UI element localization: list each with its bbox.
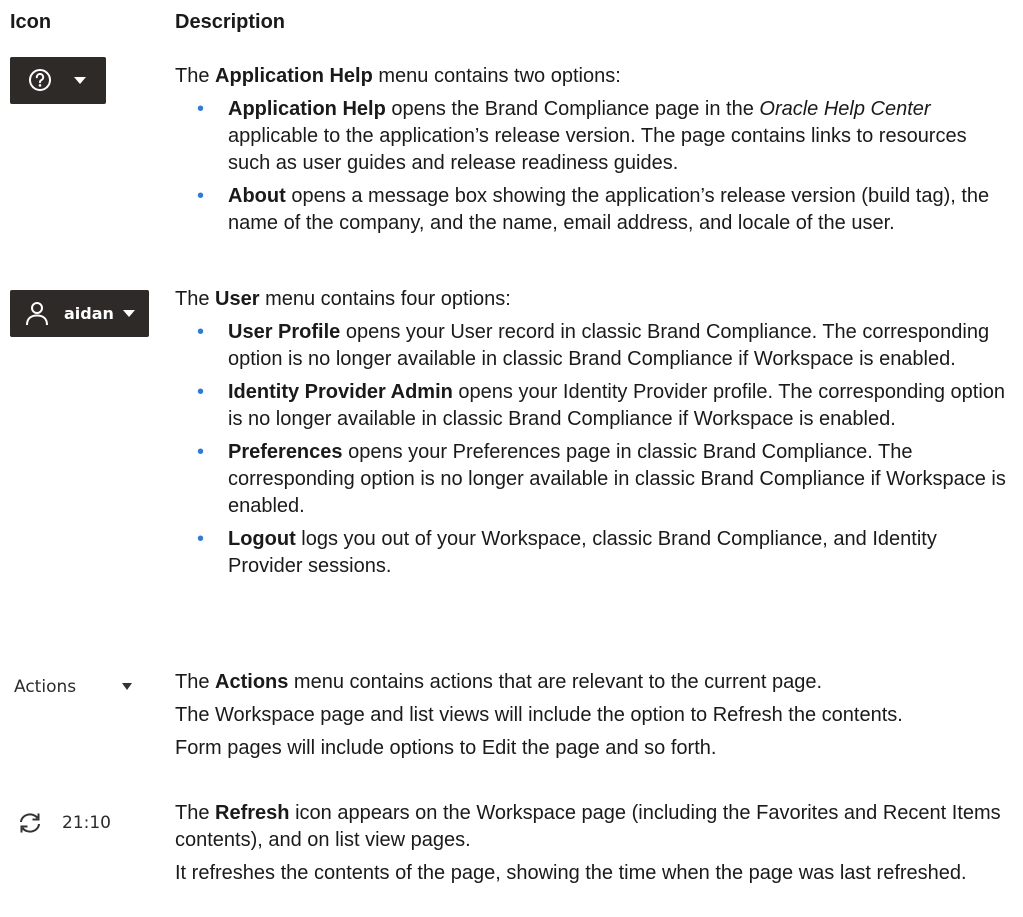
- list-item: • Logout logs you out of your Workspace, …: [197, 528, 937, 577]
- chevron-down-icon: [123, 310, 135, 317]
- bullet-icon: •: [197, 441, 205, 463]
- bullet-icon: •: [197, 528, 205, 550]
- actions-paragraph: The Workspace page and list views will i…: [175, 704, 903, 726]
- refresh-intro: The Refresh icon appears on the Workspac…: [175, 802, 1001, 851]
- actions-label: Actions: [14, 677, 77, 697]
- column-header-description: Description: [175, 11, 286, 33]
- refresh-icon: [20, 813, 40, 833]
- refresh-time-label: 21:10: [62, 813, 111, 833]
- help-description: The Application Help menu contains two o…: [175, 63, 1010, 243]
- user-icon: [26, 302, 48, 326]
- actions-menu-button[interactable]: Actions: [14, 674, 144, 700]
- user-intro: The User menu contains four options:: [175, 288, 511, 310]
- question-circle-icon: [29, 69, 51, 91]
- actions-paragraph: Form pages will include options to Edit …: [175, 737, 717, 759]
- list-item: • Preferences opens your Preferences page…: [197, 441, 1006, 517]
- list-item: • Identity Provider Admin opens your Iden…: [197, 381, 1006, 430]
- actions-intro: The Actions menu contains actions that a…: [175, 671, 823, 693]
- column-header-icon: Icon: [10, 11, 52, 33]
- actions-description: The Actions menu contains actions that a…: [175, 669, 1010, 768]
- help-intro: The Application Help menu contains two o…: [175, 65, 621, 87]
- username-label: aidan: [64, 304, 114, 323]
- chevron-down-icon: [74, 77, 86, 84]
- refresh-description: The Refresh icon appears on the Workspac…: [175, 800, 1010, 893]
- list-item: • About opens a message box showing the a…: [197, 185, 990, 234]
- user-options-list: • User Profile opens your User record in …: [175, 319, 1010, 580]
- list-item: • Application Help opens the Brand Compli…: [197, 98, 967, 174]
- bullet-icon: •: [197, 321, 205, 343]
- bullet-icon: •: [197, 381, 205, 403]
- help-menu-button[interactable]: [10, 57, 106, 104]
- bullet-icon: •: [197, 185, 205, 207]
- help-options-list: • Application Help opens the Brand Compli…: [175, 96, 1010, 237]
- user-menu-button[interactable]: aidan: [10, 290, 149, 337]
- list-item: • User Profile opens your User record in …: [197, 321, 990, 370]
- chevron-down-icon: [122, 683, 132, 690]
- bullet-icon: •: [197, 98, 205, 120]
- user-description: The User menu contains four options: • Us…: [175, 286, 1010, 586]
- refresh-paragraph: It refreshes the contents of the page, s…: [175, 862, 967, 884]
- refresh-button[interactable]: 21:10: [18, 810, 128, 836]
